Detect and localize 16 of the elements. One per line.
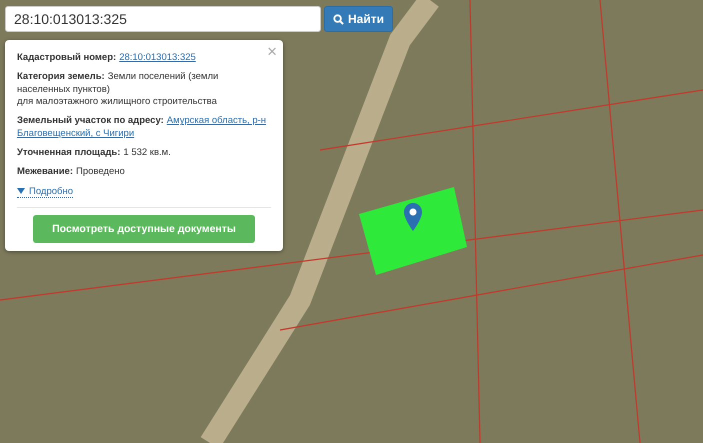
field-link[interactable]: 28:10:013013:325 [119,52,196,63]
satellite-map[interactable] [0,0,703,443]
caret-icon [17,188,25,194]
location-pin-icon[interactable] [404,203,422,231]
field-link[interactable]: Амурская область, р-н [166,115,266,126]
details-toggle[interactable]: Подробно [17,186,73,198]
search-button[interactable]: Найти [324,6,393,32]
field-link[interactable]: Благовещенский, с Чигири [17,128,134,139]
field-link-line: Кадастровый номер: 28:10:013013:325 [17,52,197,64]
search-icon [333,14,344,24]
field-text: Межевание: Проведено [17,166,126,179]
parcel-shape[interactable] [359,187,467,275]
field-text: Категория земель: Земли поселений (земли населенных пунктов) для малоэтажного жилищного строительства [17,71,220,108]
field-text: Уточненная площадь: 1 532 кв.м. [17,147,172,160]
field-link-line: Земельный участок по адресу: Амурская область, р-н Благовещенский, с Чигири [17,115,268,140]
search-field[interactable]: 28:10:013013:325 [5,6,321,32]
